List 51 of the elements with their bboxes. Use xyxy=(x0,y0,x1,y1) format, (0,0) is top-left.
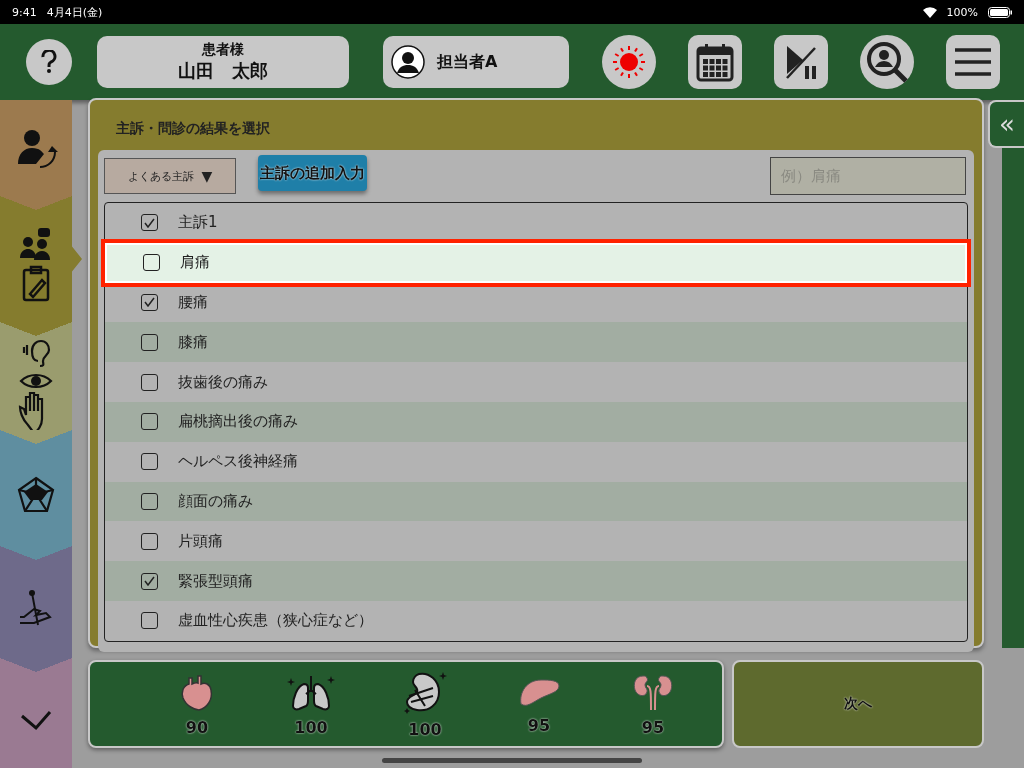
calendar-button[interactable] xyxy=(688,35,742,89)
complaint-item[interactable]: 緊張型頭痛 xyxy=(105,561,967,601)
common-complaints-dropdown[interactable]: よくある主訴 ▼ xyxy=(104,158,236,194)
complaint-item[interactable]: 抜歯後の痛み xyxy=(105,362,967,402)
complaint-item[interactable]: ヘルペス後神経痛 xyxy=(105,441,967,482)
search-person-icon xyxy=(864,39,910,85)
wifi-icon xyxy=(922,6,937,18)
checkbox[interactable] xyxy=(141,492,158,510)
panel-title: 主訴・問診の結果を選択 xyxy=(116,120,271,138)
battery-icon xyxy=(988,6,1012,18)
check-icon xyxy=(19,708,53,732)
organ-score: 100 xyxy=(294,717,328,737)
status-time: 9:41 xyxy=(12,5,37,19)
checkbox[interactable] xyxy=(141,612,158,630)
complaint-item[interactable]: 虚血性心疾患（狭心症など） xyxy=(105,600,967,641)
sidebar-tab[interactable] xyxy=(0,100,72,196)
complaint-item[interactable]: 顔面の痛み xyxy=(105,481,967,522)
calendar-icon xyxy=(695,42,735,82)
organ-score: 95 xyxy=(641,717,665,737)
person-icon xyxy=(391,45,425,79)
menu-button[interactable] xyxy=(946,35,1000,89)
checkbox[interactable] xyxy=(143,254,160,272)
play-pause-button[interactable] xyxy=(774,35,828,89)
complaint-item[interactable]: 膝痛 xyxy=(105,322,967,363)
checkbox[interactable] xyxy=(141,413,158,431)
pentagon-chart-icon xyxy=(16,475,56,515)
search-patient-button[interactable] xyxy=(860,35,914,89)
question-icon xyxy=(41,50,57,74)
collapse-button[interactable]: « xyxy=(988,100,1024,148)
complaint-item[interactable]: 腰痛 xyxy=(105,282,967,323)
alert-button[interactable] xyxy=(602,35,656,89)
complaint-item[interactable]: 主訴1 xyxy=(105,203,967,243)
checkbox[interactable] xyxy=(141,532,158,550)
checkbox[interactable] xyxy=(141,294,158,311)
checkbox[interactable] xyxy=(141,333,158,351)
battery-percent: 100% xyxy=(946,5,978,19)
checkbox[interactable] xyxy=(141,453,158,471)
organ-score: 95 xyxy=(527,715,551,735)
staff-button[interactable]: 担当者A xyxy=(383,36,569,88)
patient-button[interactable]: 患者様 山田 太郎 xyxy=(97,36,349,88)
menu-icon xyxy=(955,47,991,77)
organ-score: 100 xyxy=(408,719,442,739)
checkbox[interactable] xyxy=(141,373,158,391)
complaint-item[interactable]: 扁桃摘出後の痛み xyxy=(105,402,967,442)
checkbox[interactable] xyxy=(141,572,158,590)
help-button[interactable] xyxy=(26,39,72,85)
organ-score: 90 xyxy=(185,717,209,737)
status-date: 4月4日(金) xyxy=(46,4,103,20)
add-complaint-button[interactable]: 主訴の追加入力 xyxy=(258,155,367,191)
checkbox[interactable] xyxy=(141,214,158,232)
complaint-item[interactable]: 片頭痛 xyxy=(105,521,967,562)
